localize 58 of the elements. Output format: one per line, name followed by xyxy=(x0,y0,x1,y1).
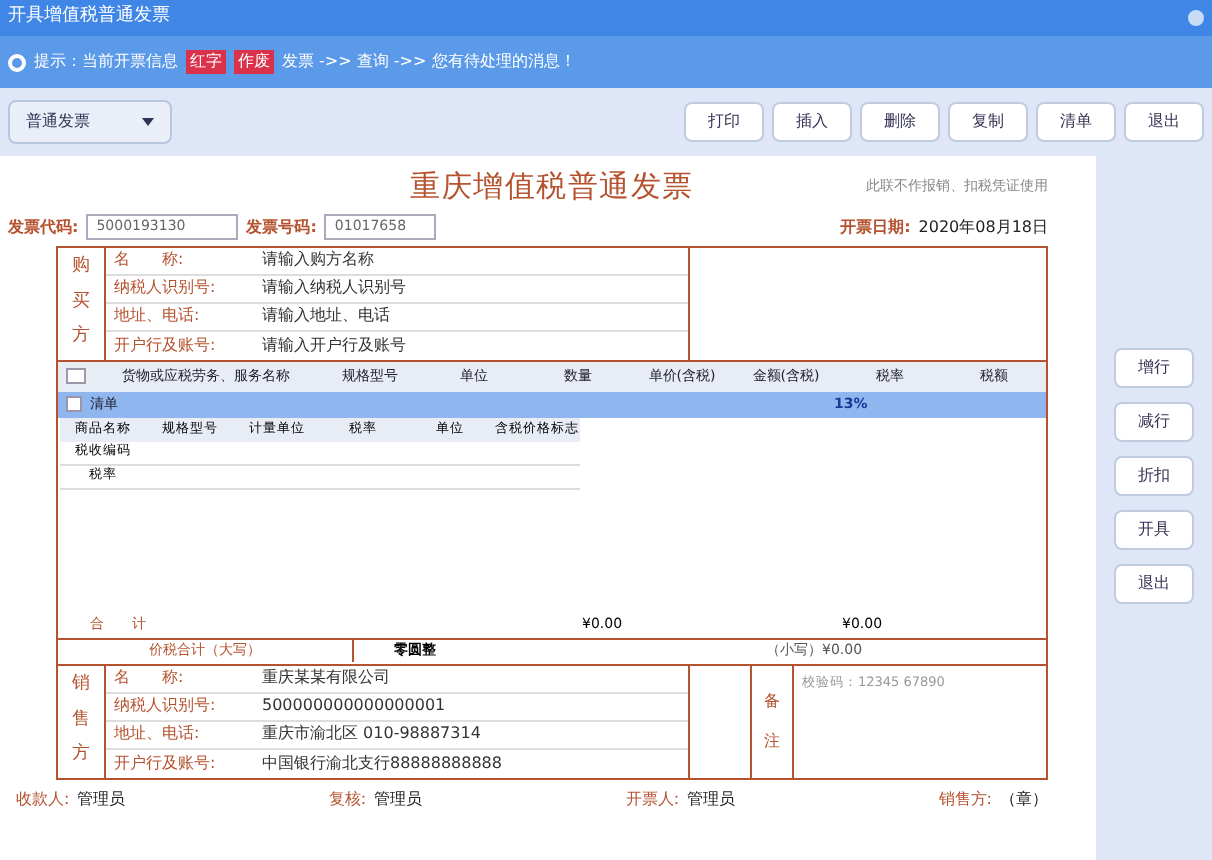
side-button[interactable]: 开具 xyxy=(1114,510,1194,550)
toolbar-button[interactable]: 插入 xyxy=(772,102,852,142)
chat-icon xyxy=(8,53,26,71)
field-value[interactable]: 请输入开户行及账号 xyxy=(262,333,406,357)
field-value[interactable]: 中国银行渝北支行88888888888 xyxy=(262,751,502,775)
invoice-title: 重庆增值税普通发票 xyxy=(410,166,694,208)
field-label: 开户行及账号: xyxy=(114,333,218,357)
field-label: 纳税人识别号: xyxy=(114,694,218,718)
side-button[interactable]: 减行 xyxy=(1114,402,1194,442)
header-checkbox[interactable] xyxy=(66,368,86,384)
side-button[interactable]: 退出 xyxy=(1114,564,1194,604)
window-title: 开具增值税普通发票 xyxy=(8,4,170,31)
field-label: 名 称: xyxy=(114,248,186,272)
toolbar-button[interactable]: 清单 xyxy=(1036,102,1116,142)
field-label: 地址、电话: xyxy=(114,304,202,328)
footer-value: （章） xyxy=(999,787,1048,811)
notice-tag: 作废 xyxy=(234,50,274,74)
field-value[interactable]: 重庆某某有限公司 xyxy=(262,666,390,690)
field-value[interactable]: 请输入购方名称 xyxy=(262,248,374,272)
party-label: 方 xyxy=(72,742,90,769)
field-label: 开票日期: xyxy=(840,215,911,239)
field-label: 纳税人识别号: xyxy=(114,276,218,300)
notice-text: 提示：当前开票信息 xyxy=(34,50,178,74)
field-value[interactable]: 重庆市渝北区 010-98887314 xyxy=(262,722,481,746)
field-label: 名 称: xyxy=(114,666,186,690)
side-button[interactable]: 折扣 xyxy=(1114,456,1194,496)
template-dropdown[interactable]: 普通发票 xyxy=(8,100,172,144)
notice-tag: 红字 xyxy=(186,50,226,74)
footer-label: 收款人: xyxy=(16,787,70,811)
footer-label: 销售方: xyxy=(938,787,992,811)
remark-label: 注 xyxy=(764,729,780,753)
invoice-date: 2020年08月18日 xyxy=(918,215,1048,239)
footer-value: 管理员 xyxy=(77,787,126,811)
field-value[interactable]: 请输入地址、电话 xyxy=(262,304,390,328)
field-label: 发票代码: xyxy=(8,215,79,239)
toolbar-button[interactable]: 退出 xyxy=(1124,102,1204,142)
field-value[interactable]: 500000000000000001 xyxy=(262,694,446,718)
side-button[interactable]: 增行 xyxy=(1114,348,1194,388)
toolbar-button[interactable]: 删除 xyxy=(860,102,940,142)
party-label: 售 xyxy=(72,707,90,734)
row-checkbox[interactable] xyxy=(66,396,82,412)
party-label: 购 xyxy=(72,254,90,281)
notice-text: 发票 ->> 查询 ->> 您有待处理的消息！ xyxy=(282,50,576,74)
party-label: 方 xyxy=(72,324,90,351)
party-label: 销 xyxy=(72,672,90,699)
field-label: 发票号码: xyxy=(246,215,317,239)
field-value[interactable]: 请输入纳税人识别号 xyxy=(262,276,406,300)
footer-value: 管理员 xyxy=(687,787,736,811)
remark-label: 备 xyxy=(764,689,780,713)
footer-label: 开票人: xyxy=(625,787,680,811)
toolbar-button[interactable]: 打印 xyxy=(684,102,764,142)
party-label: 买 xyxy=(72,289,90,316)
footer-value: 管理员 xyxy=(374,787,423,811)
field-label: 开户行及账号: xyxy=(114,751,218,775)
footer-label: 复核: xyxy=(328,787,367,811)
field-label: 地址、电话: xyxy=(114,722,202,746)
toolbar-button[interactable]: 复制 xyxy=(948,102,1028,142)
caret-icon xyxy=(142,118,154,126)
